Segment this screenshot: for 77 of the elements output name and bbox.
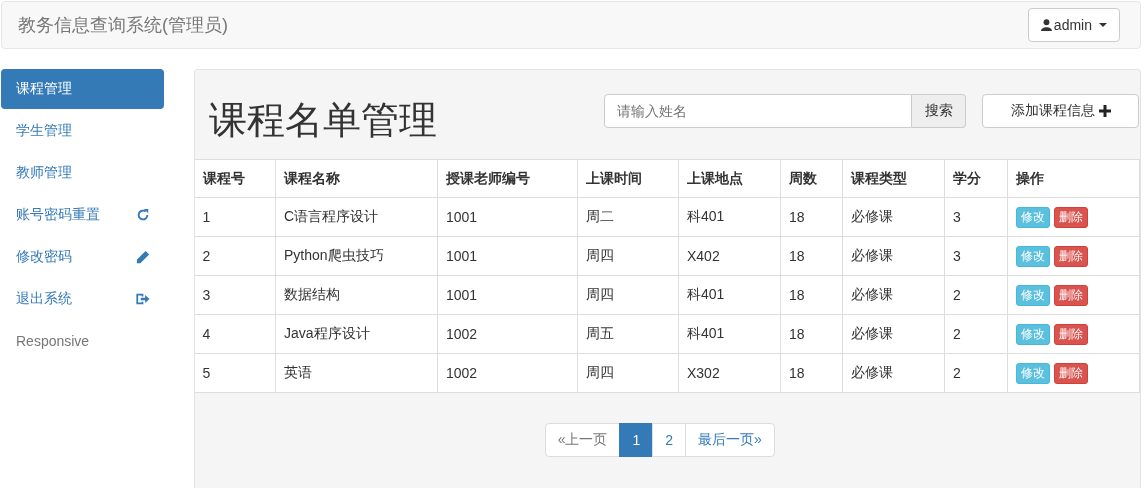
delete-button[interactable]: 删除 bbox=[1054, 323, 1088, 345]
table-cell: 周五 bbox=[577, 314, 679, 354]
table-cell: 周二 bbox=[577, 197, 679, 237]
caret-icon bbox=[1099, 23, 1107, 27]
column-header: 学分 bbox=[944, 159, 1008, 198]
sidebar-item[interactable]: 教师管理 bbox=[1, 153, 164, 193]
sidebar-item[interactable]: 修改密码 bbox=[1, 237, 164, 277]
table-cell: 1002 bbox=[437, 314, 578, 354]
sidebar-item[interactable]: 学生管理 bbox=[1, 111, 164, 151]
table-cell: C语言程序设计 bbox=[275, 197, 438, 237]
table-cell: 必修课 bbox=[842, 314, 945, 354]
table-cell: 2 bbox=[944, 314, 1008, 354]
table-cell: Python爬虫技巧 bbox=[275, 236, 438, 276]
delete-button[interactable]: 删除 bbox=[1054, 206, 1088, 228]
page-link[interactable]: 2 bbox=[652, 423, 687, 457]
sidebar-item[interactable]: 退出系统 bbox=[1, 279, 164, 319]
table-cell: 2 bbox=[944, 353, 1008, 393]
search-field[interactable]: 请输入姓名 bbox=[604, 93, 912, 128]
delete-button[interactable]: 删除 bbox=[1054, 362, 1088, 384]
table-cell: 18 bbox=[780, 314, 843, 354]
app-title: 教务信息查询系统(管理员) bbox=[18, 14, 228, 37]
column-header: 课程类型 bbox=[842, 159, 945, 198]
user-menu-button[interactable]: admin bbox=[1027, 8, 1120, 42]
table-cell: 18 bbox=[780, 197, 843, 237]
user-icon bbox=[1040, 19, 1052, 31]
table-cell: 科401 bbox=[678, 275, 781, 315]
column-header: 上课时间 bbox=[577, 159, 679, 198]
column-header: 上课地点 bbox=[678, 159, 781, 198]
table-cell: 1001 bbox=[437, 275, 578, 315]
table-cell: 5 bbox=[194, 353, 276, 393]
refresh-icon bbox=[135, 208, 150, 222]
table-cell: 1 bbox=[194, 197, 276, 237]
search-button[interactable]: 搜索 bbox=[912, 93, 966, 128]
table-cell: 3 bbox=[944, 197, 1008, 237]
sidebar-item[interactable]: Responsive bbox=[1, 321, 164, 361]
delete-button[interactable]: 删除 bbox=[1054, 245, 1088, 267]
table-cell: 周四 bbox=[577, 275, 679, 315]
column-header: 授课老师编号 bbox=[437, 159, 578, 198]
table-cell: 周四 bbox=[577, 353, 679, 393]
table-cell: 1002 bbox=[437, 353, 578, 393]
table-cell: 必修课 bbox=[842, 236, 945, 276]
table-cell: 必修课 bbox=[842, 275, 945, 315]
add-course-button[interactable]: 添加课程信息 bbox=[982, 93, 1139, 128]
table-cell: 18 bbox=[780, 236, 843, 276]
column-header: 课程号 bbox=[194, 159, 276, 198]
table-cell: 1001 bbox=[437, 236, 578, 276]
table-cell: 必修课 bbox=[842, 197, 945, 237]
table-cell: Java程序设计 bbox=[275, 314, 438, 354]
column-header: 操作 bbox=[1007, 159, 1140, 198]
table-cell: 数据结构 bbox=[275, 275, 438, 315]
sidebar-item[interactable]: 账号密码重置 bbox=[1, 195, 164, 235]
table-cell: 18 bbox=[780, 353, 843, 393]
delete-button[interactable]: 删除 bbox=[1054, 284, 1088, 306]
table-cell: 2 bbox=[194, 236, 276, 276]
table-cell: 周四 bbox=[577, 236, 679, 276]
table-cell: X302 bbox=[678, 353, 781, 393]
table-cell: X402 bbox=[678, 236, 781, 276]
page-link[interactable]: 1 bbox=[619, 423, 654, 457]
table-cell: 3 bbox=[194, 275, 276, 315]
table-cell: 必修课 bbox=[842, 353, 945, 393]
pencil-icon bbox=[135, 250, 150, 264]
table-cell: 英语 bbox=[275, 353, 438, 393]
page-link[interactable]: 最后一页» bbox=[685, 423, 775, 457]
plus-icon bbox=[1098, 104, 1111, 117]
page-title: 课程名单管理 bbox=[208, 98, 438, 143]
sidebar-item[interactable]: 课程管理 bbox=[1, 69, 164, 109]
table-cell: 科401 bbox=[678, 197, 781, 237]
table-cell: 18 bbox=[780, 275, 843, 315]
column-header: 课程名称 bbox=[275, 159, 438, 198]
table-cell: 3 bbox=[944, 236, 1008, 276]
table-cell: 4 bbox=[194, 314, 276, 354]
table-cell: 1001 bbox=[437, 197, 578, 237]
logout-icon bbox=[134, 292, 150, 306]
page-link[interactable]: «上一页 bbox=[544, 423, 621, 457]
table-cell: 科401 bbox=[678, 314, 781, 354]
column-header: 周数 bbox=[780, 159, 843, 198]
table-cell: 2 bbox=[944, 275, 1008, 315]
